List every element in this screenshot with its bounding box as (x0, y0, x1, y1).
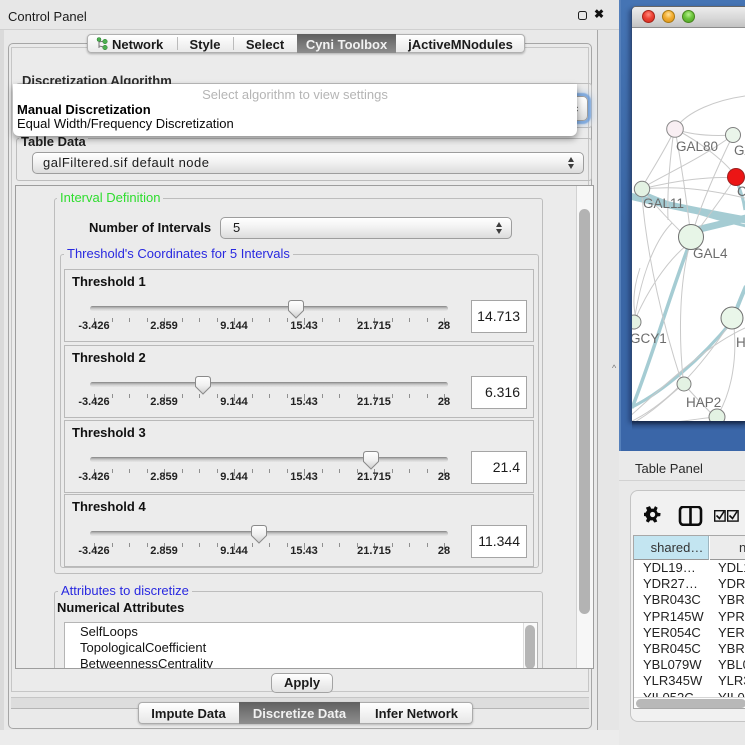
svg-text:GAL80: GAL80 (676, 139, 718, 154)
svg-text:GCY1: GCY1 (632, 331, 667, 346)
svg-text:H: H (736, 335, 745, 350)
svg-text:HAP2: HAP2 (686, 395, 721, 410)
svg-text:GAL4: GAL4 (693, 246, 728, 261)
svg-text:CY: CY (737, 184, 745, 199)
svg-text:GAL11: GAL11 (643, 196, 684, 211)
svg-text:GA: GA (734, 143, 745, 158)
